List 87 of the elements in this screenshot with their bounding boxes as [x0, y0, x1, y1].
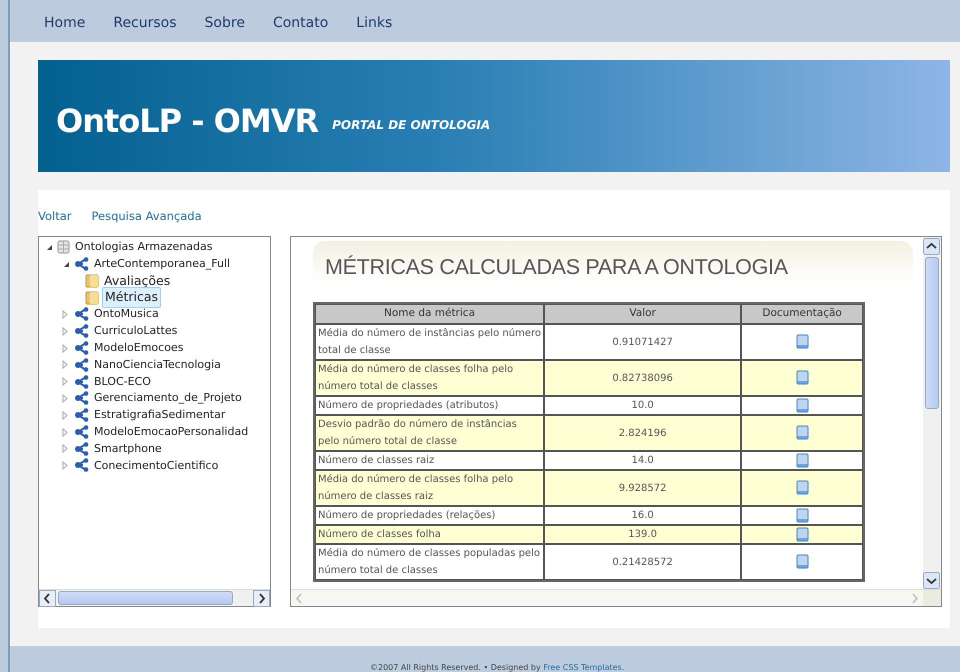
- link[interactable]: Pesquisa Avançada: [92, 208, 202, 226]
- table-cell: Número de classes folha: [315, 525, 544, 544]
- expand-arrow[interactable]: [62, 394, 68, 404]
- table-cell: Desvio padrão do número de instâncias pelo número total de classe: [315, 415, 544, 451]
- document-icon[interactable]: [796, 480, 809, 496]
- document-icon[interactable]: [796, 334, 809, 350]
- network-icon: [74, 424, 89, 439]
- tree-item[interactable]: ModeloEmocaoPersonalidad: [92, 424, 250, 440]
- site-subtitle: PORTAL DE ONTOLOGIA: [332, 117, 490, 134]
- table-cell: Média do número de classes folha pelo número total de classes: [315, 360, 544, 396]
- tree-item[interactable]: Ontologias Armazenadas: [73, 239, 214, 256]
- network-icon: [74, 408, 89, 422]
- column-header: Nome da métrica: [315, 304, 544, 324]
- tree-item[interactable]: BLOC-ECO: [92, 374, 153, 390]
- metrics-title: MÉTRICAS CALCULADAS PARA A ONTOLOGIA: [325, 257, 789, 278]
- expand-arrow[interactable]: [62, 377, 68, 386]
- collapse-arrow[interactable]: [45, 242, 54, 252]
- tree-item[interactable]: CurriculoLattes: [92, 323, 180, 340]
- document-icon[interactable]: [796, 508, 809, 523]
- document-icon[interactable]: [796, 425, 809, 440]
- table-cell: 0.91071427: [544, 324, 742, 360]
- table-cell: 16.0: [544, 506, 742, 525]
- table-cell: Média do número de classes populadas pelo número total de classes: [315, 544, 544, 580]
- nav-link[interactable]: Recursos: [113, 0, 191, 34]
- column-header: Documentação: [741, 304, 863, 324]
- nav-link[interactable]: Links: [356, 0, 406, 34]
- document-icon[interactable]: [796, 370, 809, 386]
- expand-arrow[interactable]: [62, 444, 68, 454]
- document-icon[interactable]: [796, 526, 809, 542]
- expand-arrow[interactable]: [62, 428, 68, 437]
- tree-item[interactable]: NanoCienciaTecnologia: [92, 356, 223, 374]
- nav-link[interactable]: Contato: [272, 0, 342, 34]
- nav-link[interactable]: Home: [44, 0, 100, 34]
- table-cell: Média do número de classes folha pelo número de classes raiz: [315, 470, 544, 506]
- scrollbar-corner: [923, 590, 941, 606]
- nav-link[interactable]: Sobre: [204, 0, 259, 34]
- network-icon: [74, 307, 89, 322]
- network-icon: [74, 458, 89, 472]
- document-icon[interactable]: [796, 398, 809, 413]
- collapse-arrow[interactable]: [62, 260, 71, 269]
- expand-arrow[interactable]: [62, 310, 68, 320]
- tree-item[interactable]: Smartphone: [92, 440, 164, 458]
- column-header: Valor: [544, 304, 742, 324]
- expand-arrow[interactable]: [62, 344, 68, 353]
- table-cell: 14.0: [544, 451, 742, 470]
- table-cell: 0.82738096: [544, 360, 742, 396]
- network-icon: [74, 340, 89, 355]
- network-icon: [74, 358, 89, 372]
- expand-arrow[interactable]: [62, 410, 68, 420]
- tree-item[interactable]: EstratigrafiaSedimentar: [92, 407, 228, 424]
- table-cell: Número de classes raiz: [315, 451, 544, 470]
- table-cell: 0.21428572: [544, 544, 742, 580]
- scroll-down-button[interactable]: [923, 572, 940, 589]
- folder-icon: [85, 274, 99, 288]
- folder-icon: [85, 290, 99, 305]
- scrollbar-thumb[interactable]: [925, 257, 939, 409]
- expand-arrow[interactable]: [62, 461, 68, 470]
- network-icon: [74, 391, 89, 406]
- table-cell: Número de propriedades (relações): [315, 506, 544, 525]
- table-cell: 9.928572: [544, 470, 742, 506]
- table-cell: 10.0: [544, 396, 742, 415]
- table-cell: 2.824196: [544, 415, 742, 451]
- tree-item[interactable]: Métricas: [102, 287, 162, 308]
- expand-arrow[interactable]: [62, 326, 68, 336]
- table-cell: Média do número de instâncias pelo número total de classe: [315, 324, 544, 360]
- tree-item[interactable]: Gerenciamento_de_Projeto: [92, 390, 244, 407]
- network-icon: [74, 442, 89, 456]
- scroll-left-button[interactable]: [39, 590, 56, 607]
- table-cell: 139.0: [544, 525, 742, 544]
- expand-arrow[interactable]: [62, 360, 68, 370]
- scroll-right-button[interactable]: [253, 590, 270, 607]
- footer-text: ©2007 All Rights Reserved. • Designed by Free CSS Templates.: [370, 663, 624, 672]
- network-icon: [74, 324, 89, 338]
- scrollbar-thumb[interactable]: [58, 591, 233, 605]
- site-title: OntoLP - OMVR: [56, 101, 318, 142]
- database-icon: [57, 240, 70, 254]
- network-icon: [74, 256, 89, 271]
- network-icon: [74, 374, 89, 388]
- document-icon[interactable]: [796, 452, 809, 468]
- tree-item[interactable]: ArteContemporanea_Full: [92, 256, 232, 272]
- tree-item[interactable]: ConecimentoCientifico: [92, 458, 220, 474]
- tree-item[interactable]: ModeloEmocoes: [92, 340, 186, 356]
- scroll-up-button[interactable]: [923, 238, 940, 255]
- link[interactable]: Voltar: [38, 208, 72, 226]
- tree-item[interactable]: OntoMusica: [92, 306, 161, 323]
- table-cell: Número de propriedades (atributos): [315, 396, 544, 415]
- document-icon[interactable]: [796, 554, 809, 570]
